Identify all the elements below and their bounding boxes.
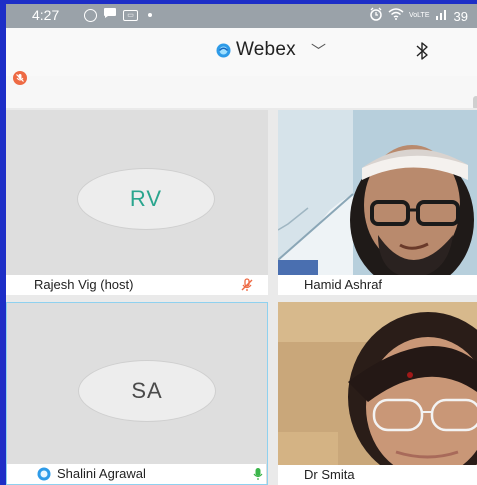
system-icons: VoLTE 39 [369, 7, 468, 25]
self-muted-badge[interactable] [13, 71, 27, 85]
app-header: Webex ﹀ [6, 28, 477, 76]
participant-name: Shalini Agrawal [57, 466, 146, 481]
status-bar: 4:27 ▭ VoLTE 39 [6, 4, 477, 28]
volte-icon: VoLTE [409, 12, 430, 19]
participant-tile[interactable]: Hamid Ashraf [278, 110, 477, 295]
chat-icon [103, 7, 117, 23]
webex-app-icon [37, 467, 51, 481]
participant-name-bar: Rajesh Vig (host) [6, 275, 268, 295]
participant-tile[interactable]: RV Rajesh Vig (host) [6, 110, 268, 295]
participant-video [278, 110, 477, 275]
notification-icons: ▭ [84, 7, 152, 23]
wifi-icon [388, 8, 404, 24]
alarm-icon [369, 7, 383, 25]
participant-video [278, 302, 477, 465]
participant-name-bar: Hamid Ashraf [278, 275, 477, 295]
mic-active-icon [253, 468, 263, 480]
video-grid: RV Rajesh Vig (host) Hamid Ashraf SA Sha… [6, 108, 477, 485]
participant-tile[interactable]: Dr Smita [278, 302, 477, 485]
bluetooth-icon[interactable] [413, 40, 431, 62]
chevron-down-icon[interactable]: ﹀ [311, 40, 326, 61]
participant-name: Dr Smita [304, 467, 355, 482]
avatar: SA [78, 360, 216, 422]
webex-logo-icon [216, 43, 231, 58]
phone-screen: 4:27 ▭ VoLTE 39 Webex ﹀ RV Rajesh Vig (h… [6, 4, 477, 485]
signal-icon [435, 8, 449, 24]
meeting-title-button[interactable]: Webex [236, 39, 296, 61]
participant-name: Hamid Ashraf [304, 277, 383, 292]
battery-level: 39 [453, 8, 468, 24]
media-icon: ▭ [123, 9, 138, 21]
participant-name-bar: Dr Smita [278, 465, 477, 485]
participant-name-bar: Shalini Agrawal [7, 464, 266, 484]
whatsapp-icon [84, 8, 97, 22]
status-time: 4:27 [32, 7, 60, 23]
participant-name: Rajesh Vig (host) [34, 277, 134, 292]
participant-tile-active[interactable]: SA Shalini Agrawal [6, 302, 268, 485]
dot-icon [148, 13, 152, 17]
avatar: RV [77, 168, 215, 230]
mic-muted-icon [241, 278, 253, 291]
